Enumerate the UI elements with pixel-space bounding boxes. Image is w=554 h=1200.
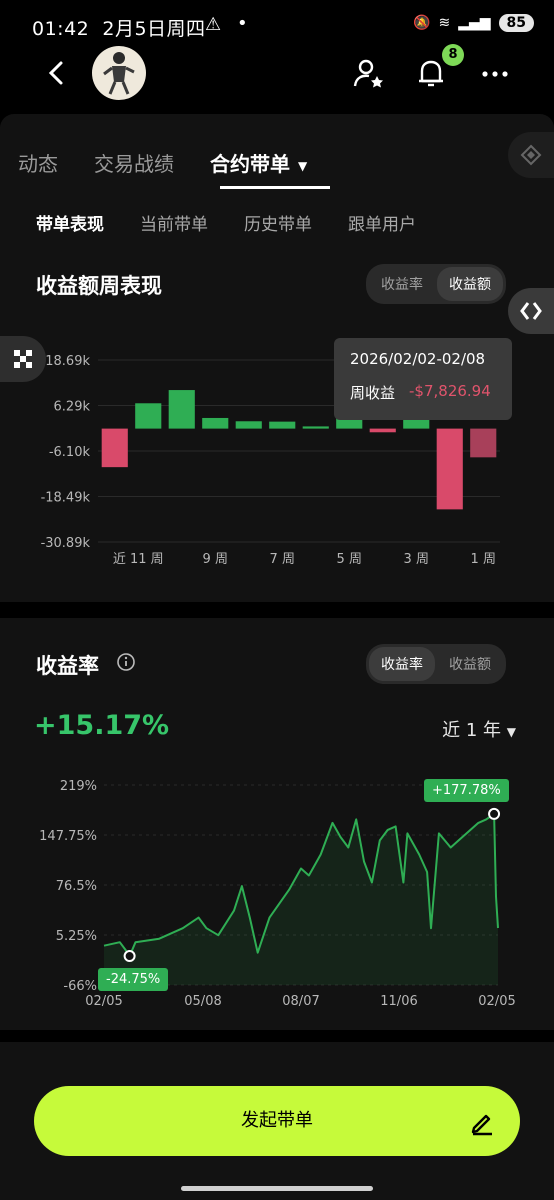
max-point-marker (488, 807, 501, 820)
tab-copy-trading[interactable]: 合约带单 ▼ (210, 148, 307, 177)
subtab-performance[interactable]: 带单表现 (36, 210, 104, 235)
weekly-bar (135, 403, 162, 429)
more-dots-icon (482, 71, 508, 77)
back-button[interactable] (42, 58, 76, 92)
y-tick-label: 6.29k (54, 400, 91, 415)
period-selector[interactable]: 近 1 年 ▼ (442, 716, 516, 742)
active-tab-indicator (220, 186, 330, 189)
status-icons: 🔕 ≋ ▂▄▆ 85 (413, 14, 534, 32)
y-tick-label: -6.10k (49, 445, 91, 460)
x-tick-label: 3 周 (404, 552, 429, 567)
notification-badge: 8 (442, 44, 464, 66)
x-tick-label: 近 11 周 (113, 552, 164, 567)
y-tick-label: -30.89k (41, 536, 91, 551)
y-tick-label: 147.75% (39, 829, 97, 844)
y-tick-label: 76.5% (56, 879, 97, 894)
tab-trade-record[interactable]: 交易战绩 (94, 148, 174, 177)
weekly-chart-title: 收益额周表现 (36, 274, 162, 298)
signal-icon: ▂▄▆ (458, 15, 491, 31)
weekly-bar (101, 428, 128, 468)
weekly-bar (403, 419, 430, 429)
battery-indicator: 85 (498, 14, 534, 32)
weekly-bar (168, 390, 195, 429)
x-tick-label: 5 周 (337, 552, 362, 567)
wifi-icon: ≋ (438, 15, 451, 31)
status-time: 01:42 2月5日周四 (32, 18, 206, 40)
y-tick-label: 219% (60, 779, 97, 794)
yield-title: 收益率 (36, 654, 99, 678)
x-tick-label: 08/07 (282, 994, 319, 1009)
follow-user-button[interactable] (352, 56, 390, 94)
x-tick-label: 11/06 (380, 994, 417, 1009)
warning-icon: ⚠ (205, 14, 222, 35)
y-tick-label: -66% (63, 979, 97, 994)
main-tabs: 动态 交易战绩 合约带单 ▼ (18, 148, 307, 177)
toggle-rate[interactable]: 收益率 (369, 647, 435, 681)
x-tick-label: 9 周 (203, 552, 228, 567)
x-tick-label: 1 周 (471, 552, 496, 567)
mute-icon: 🔕 (413, 15, 431, 31)
caret-down-icon: ▼ (506, 725, 516, 739)
chevron-left-icon (48, 61, 63, 85)
avatar-figure-icon (103, 52, 135, 95)
y-tick-label: 18.69k (45, 354, 90, 369)
binance-float-button[interactable] (508, 132, 554, 178)
caret-down-icon: ▼ (298, 158, 308, 173)
user-star-icon (353, 59, 383, 88)
yield-metric-toggle: 收益率 收益额 (366, 644, 506, 684)
weekly-bar (470, 428, 497, 458)
tab-activity[interactable]: 动态 (18, 148, 58, 177)
x-tick-label: 02/05 (478, 994, 515, 1009)
toggle-amount[interactable]: 收益额 (437, 267, 503, 301)
start-copy-trading-button[interactable]: 发起带单 (34, 1086, 520, 1156)
header: 8 (0, 40, 554, 110)
avatar[interactable] (92, 46, 146, 100)
swap-arrows-icon (520, 302, 542, 320)
weekly-bar (369, 428, 396, 433)
y-tick-label: 5.25% (56, 929, 97, 944)
toggle-rate[interactable]: 收益率 (369, 267, 435, 301)
x-tick-label: 02/05 (85, 994, 122, 1009)
diamond-logo-icon (520, 144, 542, 166)
bar-tooltip: 2026/02/02-02/08 周收益 -$7,826.94 (334, 338, 512, 420)
yield-line-chart: 219%147.75%76.5%5.25%-66%02/05 05/08 08/07… (39, 779, 516, 1009)
weekly-bar (202, 417, 229, 429)
subtab-history[interactable]: 历史带单 (244, 210, 312, 235)
weekly-bar (269, 421, 296, 429)
tooltip-range: 2026/02/02-02/08 (350, 350, 486, 368)
weekly-bar (235, 421, 262, 429)
weekly-bar (436, 428, 463, 510)
sub-tabs: 带单表现 当前带单 历史带单 跟单用户 (36, 210, 416, 235)
min-point-marker (123, 950, 136, 963)
subtab-followers[interactable]: 跟单用户 (348, 210, 416, 235)
tooltip-label: 周收益 (350, 384, 396, 402)
home-indicator[interactable] (181, 1186, 373, 1191)
current-yield: +15.17% (34, 710, 170, 741)
x-tick-label: 05/08 (184, 994, 221, 1009)
toggle-amount[interactable]: 收益额 (437, 647, 503, 681)
info-icon[interactable] (116, 652, 136, 676)
x-tick-label: 7 周 (270, 552, 295, 567)
tooltip-value: -$7,826.94 (409, 382, 491, 400)
weekly-metric-toggle: 收益率 收益额 (366, 264, 506, 304)
max-yield-label: +177.78% (424, 779, 509, 802)
edit-pencil-icon (471, 1114, 492, 1136)
weekly-bar (302, 426, 329, 429)
share-float-button[interactable] (508, 288, 554, 334)
notification-dot-icon: • (237, 13, 248, 34)
min-yield-label: -24.75% (98, 968, 169, 991)
y-tick-label: -18.49k (41, 491, 91, 506)
subtab-current[interactable]: 当前带单 (140, 210, 208, 235)
more-button[interactable] (478, 56, 516, 94)
